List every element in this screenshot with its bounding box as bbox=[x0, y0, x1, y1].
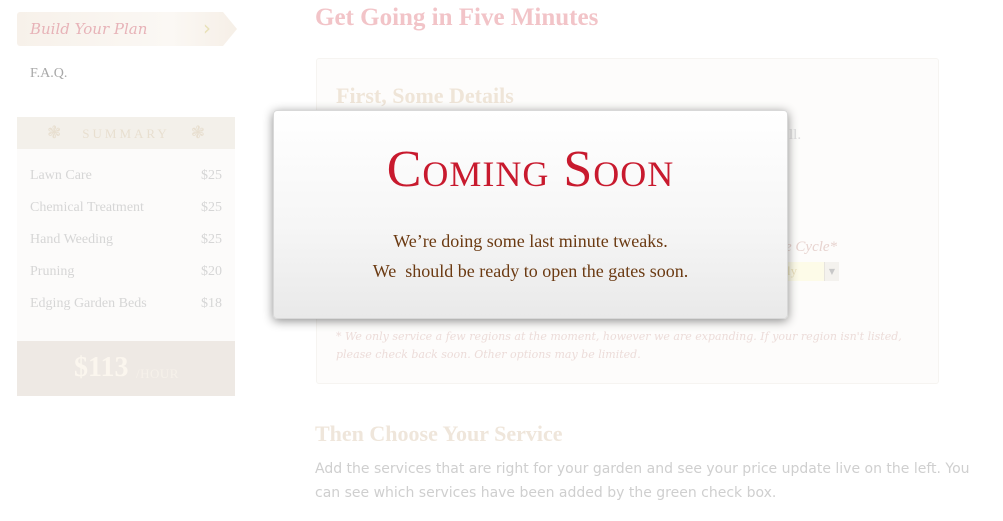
summary-list: Lawn Care $25 Chemical Treatment $25 Han… bbox=[17, 166, 235, 326]
summary-panel: ❃ SUMMARY ❃ Lawn Care $25 Chemical Treat… bbox=[17, 117, 235, 396]
coming-soon-modal: Coming Soon We’re doing some last minute… bbox=[273, 110, 788, 319]
summary-total-unit: /HOUR bbox=[136, 366, 179, 381]
service-cycle-value: ly bbox=[787, 263, 798, 278]
summary-item-name: Chemical Treatment bbox=[30, 200, 144, 215]
flourish-icon: ❃ bbox=[190, 123, 205, 143]
modal-title: Coming Soon bbox=[386, 141, 675, 198]
modal-message-line: We should be ready to open the gates soo… bbox=[372, 261, 689, 281]
summary-item: Hand Weeding $25 bbox=[17, 230, 235, 262]
summary-item: Lawn Care $25 bbox=[17, 166, 235, 198]
build-plan-label: Build Your Plan bbox=[30, 20, 148, 38]
summary-item-name: Lawn Care bbox=[30, 168, 92, 183]
modal-message-line: We’re doing some last minute tweaks. bbox=[393, 231, 668, 251]
summary-total-amount: $113 bbox=[74, 352, 129, 383]
details-heading: First, Some Details bbox=[336, 83, 514, 108]
summary-item-price: $25 bbox=[201, 200, 222, 215]
service-heading: Then Choose Your Service bbox=[315, 421, 563, 446]
page-title: Get Going in Five Minutes bbox=[315, 4, 599, 31]
summary-item: Chemical Treatment $25 bbox=[17, 198, 235, 230]
details-text-fragment: ll. bbox=[789, 127, 802, 143]
summary-item-name: Hand Weeding bbox=[30, 232, 113, 247]
summary-item-price: $25 bbox=[201, 168, 222, 183]
summary-item: Pruning $20 bbox=[17, 262, 235, 294]
chevron-right-icon: › bbox=[203, 16, 211, 40]
build-plan-nav-button[interactable]: Build Your Plan › bbox=[17, 12, 237, 46]
summary-item-price: $18 bbox=[201, 296, 222, 311]
service-cycle-select[interactable]: ly ▼ bbox=[783, 262, 839, 281]
service-cycle-label: e Cycle* bbox=[785, 239, 838, 255]
service-description: Add the services that are right for your… bbox=[315, 461, 970, 501]
summary-item-price: $20 bbox=[201, 264, 222, 279]
summary-header: ❃ SUMMARY ❃ bbox=[17, 117, 235, 149]
summary-item: Edging Garden Beds $18 bbox=[17, 294, 235, 326]
region-note: * We only service a few regions at the m… bbox=[336, 330, 902, 361]
faq-link[interactable]: F.A.Q. bbox=[30, 66, 67, 82]
summary-item-name: Edging Garden Beds bbox=[30, 296, 147, 311]
summary-item-name: Pruning bbox=[30, 264, 75, 279]
summary-item-price: $25 bbox=[201, 232, 222, 247]
summary-total-bar: $113 /HOUR bbox=[17, 341, 235, 396]
chevron-down-icon: ▼ bbox=[824, 262, 839, 281]
